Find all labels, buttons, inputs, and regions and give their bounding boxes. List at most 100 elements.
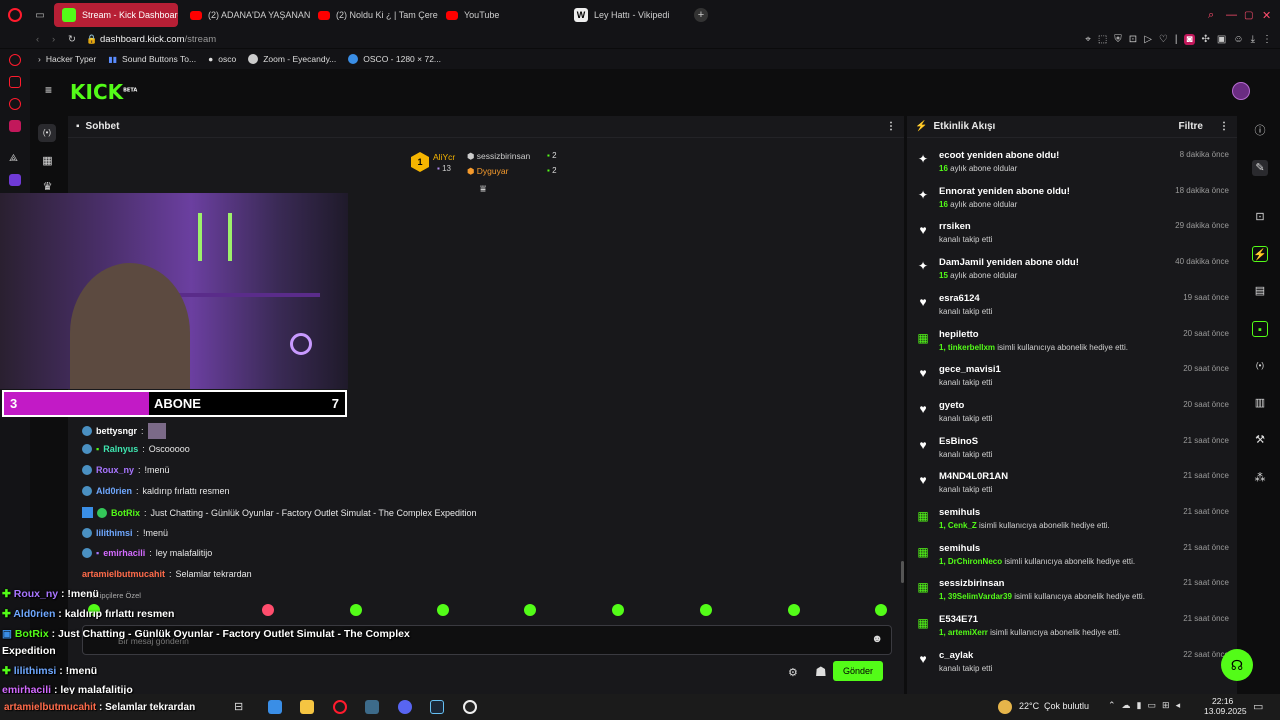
activity-event[interactable]: ♥ c_aylak kanalı takip etti 22 saat önce — [915, 650, 1229, 684]
minimize-icon[interactable]: — — [1226, 9, 1244, 21]
weather-temp[interactable]: 22°C — [1019, 701, 1039, 711]
profile-icon[interactable]: ☺ — [1233, 34, 1243, 45]
top-gifter-1[interactable]: AliYcr — [433, 152, 455, 162]
tab-kick-dashboard[interactable]: Stream - Kick Dashboard — [54, 3, 178, 27]
activity-event[interactable]: ✦ DamJamil yeniden abone oldu! 15 aylık ab… — [915, 257, 1229, 291]
vector-icon[interactable]: ⟁ — [9, 153, 21, 165]
cloud-icon[interactable]: ☁ — [1122, 700, 1131, 711]
activity-event[interactable]: ▦ sessizbirinsan 1, 39SelimVardar39 isimli… — [915, 578, 1229, 612]
bookmark-osco-1280[interactable]: OSCO - 1280 × 72... — [348, 54, 441, 64]
emoji-picker-icon[interactable]: ☻ — [871, 633, 883, 645]
wrench-icon[interactable]: ⚒ — [1252, 432, 1268, 448]
activity-rail-icon[interactable]: ⚡ — [1252, 246, 1268, 262]
file-explorer-icon[interactable] — [300, 700, 314, 714]
tray-chevron-icon[interactable]: ⌃ — [1108, 700, 1116, 711]
clock-time[interactable]: 22:16 — [1212, 696, 1233, 706]
notification-icon[interactable]: ▭ — [1253, 700, 1263, 713]
activity-more-icon[interactable]: ⋮ — [1219, 121, 1229, 132]
group-icon[interactable]: ⁂ — [1252, 470, 1268, 486]
youtube-side-icon[interactable] — [9, 120, 21, 132]
emote-icon[interactable] — [700, 604, 712, 616]
activity-event[interactable]: ✦ Ennorat yeniden abone oldu! 16 aylık abo… — [915, 186, 1229, 220]
app-icon[interactable] — [365, 700, 379, 714]
tab-youtube-noldu[interactable]: (2) Noldu Ki ¿ | Tam Çere — [310, 3, 438, 27]
screen-icon[interactable]: ⊡ — [1252, 209, 1268, 225]
chat-username[interactable]: artamielbutmucahit — [82, 569, 165, 579]
tab-wikipedia[interactable]: W Ley Hattı - Vikipedi — [566, 3, 694, 27]
opera-logo[interactable] — [0, 0, 30, 30]
activity-event[interactable]: ▦ hepiletto 1, tinkerbellxm isimli kullanı… — [915, 329, 1229, 363]
emote-icon[interactable] — [524, 604, 536, 616]
chat-username[interactable]: bettysngr — [96, 426, 137, 436]
chat-rail-icon[interactable]: ▪ — [1252, 321, 1268, 337]
support-button[interactable]: ☊ — [1221, 649, 1253, 681]
reload-icon[interactable]: ↻ — [68, 34, 86, 45]
network-icon[interactable]: ⊞ — [1162, 700, 1170, 711]
activity-event[interactable]: ♥ M4ND4L0R1AN kanalı takip etti 21 saat ön… — [915, 471, 1229, 505]
display-icon[interactable]: ▭ — [1148, 700, 1157, 711]
heart-icon[interactable]: ♡ — [1159, 34, 1168, 45]
snapshot-icon[interactable]: ⬚ — [1098, 34, 1107, 45]
new-tab-icon[interactable]: + — [694, 8, 708, 22]
menu-icon[interactable]: ⋮ — [1262, 34, 1272, 45]
filter-button[interactable]: Filtre — [1179, 121, 1203, 132]
emote-icon[interactable] — [437, 604, 449, 616]
bag-icon[interactable] — [9, 76, 21, 88]
mic-icon[interactable]: ▮ — [1137, 700, 1142, 711]
task-view-icon[interactable]: ⊟ — [234, 700, 248, 714]
discord-icon[interactable] — [398, 700, 412, 714]
user-avatar[interactable] — [1232, 82, 1250, 100]
chat-username[interactable]: Ralnyus — [103, 444, 138, 454]
download-icon[interactable]: ⤓ — [1251, 34, 1255, 45]
chat-username[interactable]: BotRix — [111, 508, 140, 518]
activity-event[interactable]: ▦ E534E71 1, artemiXerr isimli kullanıcıya… — [915, 614, 1229, 648]
bookmark-sound-buttons[interactable]: ▮▮ Sound Buttons To... — [108, 54, 196, 64]
tab-youtube[interactable]: YouTube — [438, 3, 566, 27]
close-icon[interactable]: ✕ — [1262, 9, 1280, 22]
activity-event[interactable]: ♥ esra6124 kanalı takip etti 19 saat önce — [915, 293, 1229, 327]
document-icon[interactable]: ▤ — [1252, 283, 1268, 299]
send-button[interactable]: Gönder — [833, 661, 883, 681]
chat-username[interactable]: Ald0rien — [96, 486, 132, 496]
chat-username[interactable]: lilithimsi — [96, 528, 133, 538]
forward-icon[interactable]: › — [52, 34, 68, 45]
wallet-icon[interactable]: ▣ — [1217, 34, 1226, 45]
chat-more-icon[interactable]: ⋮ — [886, 121, 896, 132]
top-gifter-3[interactable]: ⬢ Dyguyar — [467, 166, 508, 177]
activity-event[interactable]: ♥ gyeto kanalı takip etti 20 saat önce — [915, 400, 1229, 434]
activity-event[interactable]: ♥ gece_mavisi1 kanalı takip etti 20 saat ö… — [915, 364, 1229, 398]
pin-icon[interactable]: ⌖ — [1085, 34, 1091, 45]
weather-desc[interactable]: Çok bulutlu — [1044, 701, 1089, 711]
messenger-icon[interactable] — [9, 98, 21, 110]
back-icon[interactable]: ‹ — [36, 34, 52, 45]
stream-icon[interactable]: (•) — [38, 124, 56, 142]
kick-logo[interactable]: KICKBETA — [70, 80, 137, 104]
clock-date[interactable]: 13.09.2025 — [1204, 706, 1247, 716]
edit-icon[interactable]: ✎ — [1252, 160, 1268, 176]
aria-icon[interactable] — [9, 54, 21, 66]
info-icon[interactable]: ⓘ — [1252, 123, 1268, 139]
top-gifter-2[interactable]: ⬢ sessizbirinsan — [467, 151, 530, 162]
activity-event[interactable]: ♥ rrsiken kanalı takip etti 29 dakika önce — [915, 221, 1229, 255]
cast-icon[interactable]: ⊡ — [1129, 34, 1137, 45]
shield-icon[interactable]: ⛨ — [1114, 34, 1122, 45]
hamburger-menu-icon[interactable]: ≡ — [45, 84, 57, 96]
volume-icon[interactable]: ◂ — [1176, 700, 1181, 711]
emote-icon[interactable] — [875, 604, 887, 616]
steam-icon[interactable] — [430, 700, 444, 714]
layout-icon[interactable]: ▥ — [1252, 395, 1268, 411]
chat-username[interactable]: Roux_ny — [96, 465, 134, 475]
bookmark-hacker-typer[interactable]: › Hacker Typer — [38, 54, 96, 64]
twitch-icon[interactable] — [9, 174, 21, 186]
opera-taskbar-icon[interactable] — [333, 700, 347, 714]
activity-event[interactable]: ▦ semihuls 1, Cenk_Z isimli kullanıcıya ab… — [915, 507, 1229, 541]
tab-youtube-adana[interactable]: (2) ADANA'DA YAŞANAN — [182, 3, 310, 27]
obs-icon[interactable] — [463, 700, 477, 714]
play-icon[interactable]: ▷ — [1144, 34, 1152, 45]
extension-icon[interactable]: ◙ — [1184, 33, 1195, 45]
pinned-toggle-icon[interactable]: ⩸ — [480, 184, 486, 195]
maximize-icon[interactable]: ▢ — [1244, 10, 1262, 21]
activity-event[interactable]: ✦ ecoot yeniden abone oldu! 16 aylık abone… — [915, 150, 1229, 184]
tab-overview-icon[interactable]: ▭ — [30, 10, 50, 21]
broadcast-icon[interactable]: (•) — [1252, 358, 1268, 374]
